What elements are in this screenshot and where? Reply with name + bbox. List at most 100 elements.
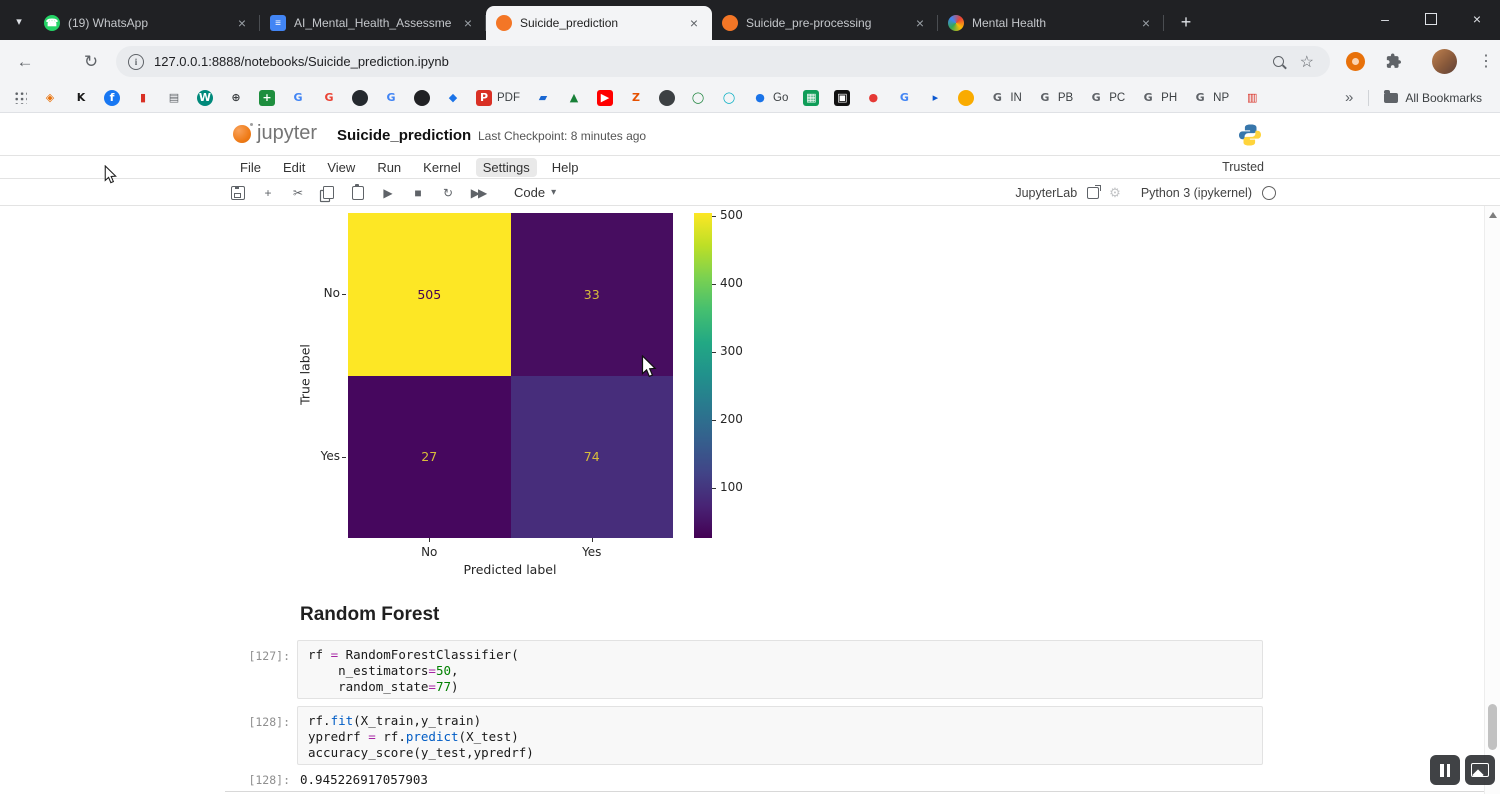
tab-close-button[interactable]: × [234,15,250,31]
extensions-puzzle-icon[interactable] [1384,52,1402,75]
bookmark-item[interactable]: GPB [1037,90,1073,106]
bookmark-item[interactable]: Z [628,90,644,106]
bookmark-item[interactable]: f [104,90,120,106]
zoom-icon[interactable] [1273,56,1284,67]
bookmark-favicon-icon: G [1088,90,1104,106]
bookmark-item[interactable]: GPC [1088,90,1125,106]
scrollbar-thumb[interactable] [1488,704,1497,750]
browser-tab[interactable]: Mental Health× [938,6,1164,40]
new-tab-button[interactable]: + [1172,8,1200,36]
scrollbar[interactable] [1484,206,1500,794]
profile-avatar[interactable] [1432,49,1457,74]
menu-settings[interactable]: Settings [476,158,537,177]
browser-tab[interactable]: ≡AI_Mental_Health_Assessment_× [260,6,486,40]
restart-kernel-icon[interactable]: ↻ [440,185,456,201]
browser-tab[interactable]: ☎(19) WhatsApp× [34,6,260,40]
bookmark-item[interactable]: G [896,90,912,106]
browser-tab[interactable]: Suicide_prediction× [486,6,712,40]
scrollbar-up-arrow-icon[interactable] [1489,212,1497,218]
back-button[interactable]: ← [10,47,40,77]
external-link-icon[interactable] [1087,187,1099,199]
menu-help[interactable]: Help [545,158,586,177]
bookmark-item[interactable]: ▶ [597,90,613,106]
bookmark-item[interactable] [414,90,430,106]
bookmark-item[interactable]: PPDF [476,90,520,106]
bookmark-item[interactable]: G [290,90,306,106]
gear-icon[interactable]: ⚙ [1109,185,1121,201]
copy-cell-icon[interactable] [320,185,336,201]
screenshot-button[interactable] [1465,755,1495,785]
bookmark-item[interactable]: ◯ [721,90,737,106]
cut-cell-icon[interactable]: ✂ [290,185,306,201]
apps-grid-icon[interactable] [14,91,27,104]
bookmark-item[interactable]: K [73,90,89,106]
insert-cell-icon[interactable]: + [260,185,276,201]
bookmarks-overflow-button[interactable]: » [1345,89,1353,106]
bookmark-item[interactable]: GNP [1192,90,1229,106]
bookmark-item[interactable]: ▲ [566,90,582,106]
bookmark-item[interactable]: ▦ [803,90,819,106]
code-cell: [127]: rf = RandomForestClassifier( n_es… [0,640,1484,703]
maximize-button[interactable] [1408,0,1454,38]
bookmark-item[interactable]: ▤ [166,90,182,106]
run-all-icon[interactable]: ▶▶ [470,185,486,201]
tab-close-button[interactable]: × [1138,15,1154,31]
bookmark-item[interactable]: ◈ [42,90,58,106]
close-window-button[interactable]: × [1454,0,1500,38]
bookmark-item[interactable]: ▮ [135,90,151,106]
browser-tab[interactable]: Suicide_pre-processing× [712,6,938,40]
extension-icon[interactable] [1346,52,1365,71]
site-info-icon[interactable] [128,54,144,70]
bookmark-item[interactable]: G [321,90,337,106]
bookmark-item[interactable]: ▰ [535,90,551,106]
bookmark-star-icon[interactable]: ☆ [1300,52,1314,72]
bookmark-item[interactable]: W [197,90,213,106]
kernel-name[interactable]: Python 3 (ipykernel) [1141,186,1252,200]
bookmark-item[interactable]: GPH [1140,90,1177,106]
bookmark-item[interactable] [958,90,974,106]
bookmark-favicon-icon: f [104,90,120,106]
save-icon[interactable] [230,185,246,201]
bookmark-item[interactable]: ⊕ [228,90,244,106]
run-cell-icon[interactable]: ▶ [380,185,396,201]
jupyter-logo[interactable]: jupyter [233,122,317,145]
bookmark-item[interactable]: ▸ [927,90,943,106]
browser-menu-button[interactable]: ⋮ [1474,49,1498,73]
url-text[interactable]: 127.0.0.1:8888/notebooks/Suicide_predict… [154,54,1273,69]
paste-cell-icon[interactable] [350,185,366,201]
trusted-status[interactable]: Trusted [1222,160,1264,174]
bookmark-item[interactable]: + [259,90,275,106]
bookmark-item[interactable] [352,90,368,106]
jupyter-favicon-icon [722,15,738,31]
menu-kernel[interactable]: Kernel [416,158,468,177]
address-bar[interactable]: 127.0.0.1:8888/notebooks/Suicide_predict… [116,46,1330,77]
tab-close-button[interactable]: × [686,15,702,31]
browser-toolbar: ← ↻ 127.0.0.1:8888/notebooks/Suicide_pre… [0,40,1500,83]
cell-type-dropdown[interactable]: Code ▾ [514,185,556,200]
pause-button[interactable] [1430,755,1460,785]
reload-button[interactable]: ↻ [76,47,106,77]
code-input[interactable]: rf.fit(X_train,y_train)ypredrf = rf.pred… [297,706,1263,765]
bookmark-item[interactable]: ▥ [1244,90,1260,106]
bookmark-item[interactable]: ▣ [834,90,850,106]
bookmark-item[interactable] [659,90,675,106]
bookmark-item[interactable]: ◯ [690,90,706,106]
menu-edit[interactable]: Edit [276,158,312,177]
tab-close-button[interactable]: × [460,15,476,31]
interrupt-kernel-icon[interactable]: ■ [410,185,426,201]
menu-file[interactable]: File [233,158,268,177]
tab-close-button[interactable]: × [912,15,928,31]
code-input[interactable]: rf = RandomForestClassifier( n_estimator… [297,640,1263,699]
bookmark-item[interactable]: ◆ [445,90,461,106]
bookmark-item[interactable]: ● [865,90,881,106]
minimize-button[interactable]: – [1362,0,1408,38]
bookmark-item[interactable]: G [383,90,399,106]
all-bookmarks-button[interactable]: All Bookmarks [1384,91,1486,105]
menu-run[interactable]: Run [370,158,408,177]
menu-view[interactable]: View [320,158,362,177]
bookmark-item[interactable]: GIN [989,90,1022,106]
tab-search-button[interactable]: ▾ [8,10,30,32]
notebook-title[interactable]: Suicide_prediction [337,127,471,144]
bookmark-item[interactable]: ●Go [752,90,788,106]
jupyterlab-link[interactable]: JupyterLab [1015,186,1077,200]
